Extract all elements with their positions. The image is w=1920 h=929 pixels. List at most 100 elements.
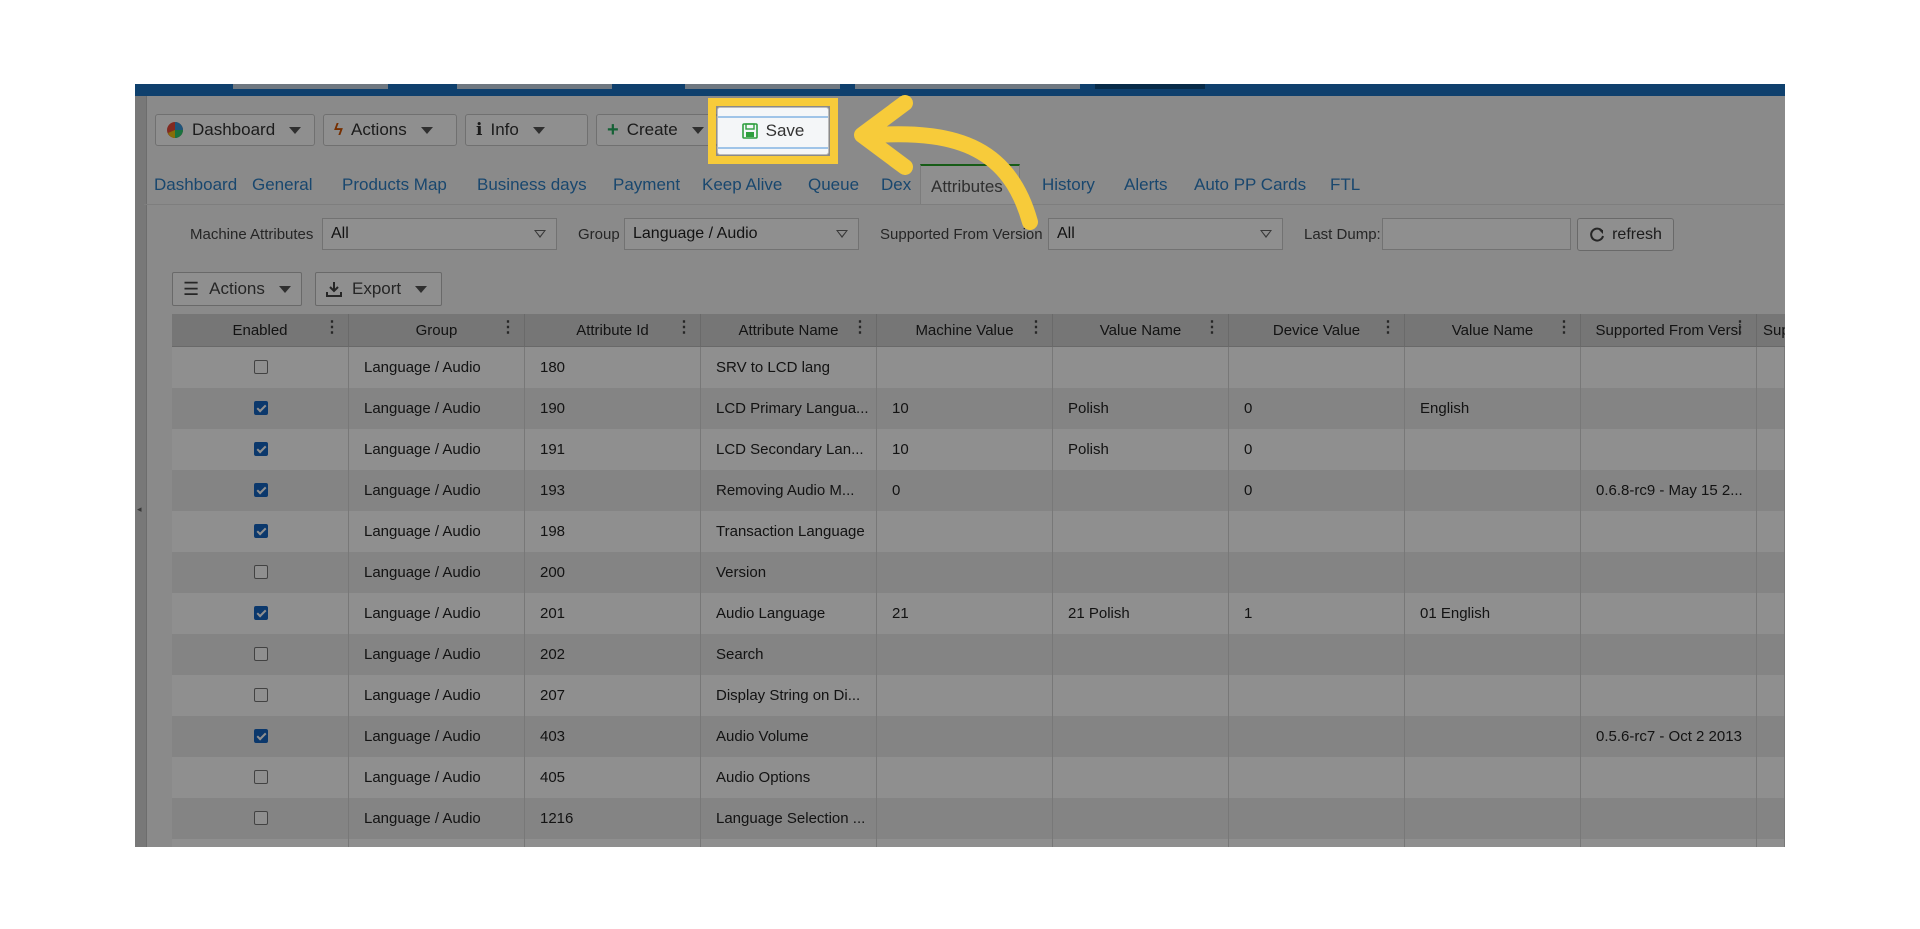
last-dump-field[interactable] bbox=[1382, 218, 1571, 250]
cell-group: Language / Audio bbox=[349, 593, 525, 634]
cell-attribute-id: 207 bbox=[525, 675, 701, 716]
table-row[interactable]: Language / Audio 207 Display String on Di.… bbox=[172, 675, 1785, 716]
left-collapse-rail[interactable]: ◂ bbox=[135, 96, 147, 847]
table-row[interactable]: Language / Audio 201 Audio Language 21 21 Po… bbox=[172, 593, 1785, 634]
cell-attribute-name: LCD Secondary Lan... bbox=[701, 429, 877, 470]
cell-attribute-id: 403 bbox=[525, 716, 701, 757]
enabled-checkbox[interactable] bbox=[254, 483, 268, 497]
enabled-checkbox[interactable] bbox=[254, 565, 268, 579]
table-row[interactable]: Language / Audio 1216 Language Selection .… bbox=[172, 798, 1785, 839]
header-tab-4[interactable] bbox=[855, 84, 1080, 89]
cell-device-value bbox=[1229, 716, 1405, 757]
group-select[interactable]: Language / Audio bbox=[624, 218, 859, 250]
column-header-enabled[interactable]: Enabled ⋮ bbox=[172, 314, 349, 346]
chevron-down-icon bbox=[420, 126, 433, 134]
cell-attribute-id: 180 bbox=[525, 347, 701, 388]
enabled-checkbox[interactable] bbox=[254, 524, 268, 538]
table-row[interactable]: Language / Audio 200 Version bbox=[172, 552, 1785, 593]
cell-device-value bbox=[1229, 347, 1405, 388]
tab-history[interactable]: History bbox=[1032, 164, 1105, 204]
column-header-supported-from[interactable]: Supported From Versi ⋮ bbox=[1581, 314, 1757, 346]
tab-alerts[interactable]: Alerts bbox=[1114, 164, 1177, 204]
column-header-machine-value[interactable]: Machine Value ⋮ bbox=[877, 314, 1053, 346]
tab-products-map[interactable]: Products Map bbox=[332, 164, 457, 204]
table-row[interactable]: Language / Audio 403 Audio Volume 0.5.6-rc7… bbox=[172, 716, 1785, 757]
cell-value-name bbox=[1053, 716, 1229, 757]
table-row[interactable]: Language / Audio 190 LCD Primary Langua...… bbox=[172, 388, 1785, 429]
enabled-checkbox[interactable] bbox=[254, 811, 268, 825]
column-header-supported-to[interactable]: Supp bbox=[1757, 314, 1785, 346]
tab-auto-pp-cards[interactable]: Auto PP Cards bbox=[1184, 164, 1316, 204]
tab-attributes[interactable]: Attributes bbox=[920, 164, 1020, 204]
cell-device-value-name bbox=[1405, 716, 1581, 757]
cell-enabled bbox=[172, 798, 349, 839]
supported-from-select[interactable]: All bbox=[1048, 218, 1283, 250]
table-row[interactable]: Language / Audio 191 LCD Secondary Lan... 1… bbox=[172, 429, 1785, 470]
dashboard-button[interactable]: Dashboard bbox=[155, 114, 315, 146]
dashboard-label: Dashboard bbox=[192, 120, 276, 139]
tab-payment[interactable]: Payment bbox=[603, 164, 690, 204]
enabled-checkbox[interactable] bbox=[254, 647, 268, 661]
table-row[interactable]: Language / Audio 405 Audio Options bbox=[172, 757, 1785, 798]
column-menu-icon[interactable]: ⋮ bbox=[324, 314, 340, 342]
column-header-device-value[interactable]: Device Value ⋮ bbox=[1229, 314, 1405, 346]
column-menu-icon[interactable]: ⋮ bbox=[852, 314, 868, 342]
cell-device-value-name bbox=[1405, 675, 1581, 716]
table-row[interactable]: Language / Audio 198 Transaction Language bbox=[172, 511, 1785, 552]
machine-attributes-select[interactable]: All bbox=[322, 218, 557, 250]
cell-attribute-id: 198 bbox=[525, 511, 701, 552]
header-tab-5[interactable] bbox=[1095, 84, 1205, 89]
column-header-value-name[interactable]: Value Name ⋮ bbox=[1053, 314, 1229, 346]
enabled-checkbox[interactable] bbox=[254, 442, 268, 456]
table-row[interactable]: Language / Audio 202 Search bbox=[172, 634, 1785, 675]
tab-dex[interactable]: Dex bbox=[871, 164, 921, 204]
column-header-attribute-name[interactable]: Attribute Name ⋮ bbox=[701, 314, 877, 346]
enabled-checkbox[interactable] bbox=[254, 401, 268, 415]
export-button[interactable]: Export bbox=[315, 272, 442, 306]
header-tab-3[interactable] bbox=[685, 84, 840, 89]
dropdown-arrow-icon bbox=[1260, 230, 1272, 238]
actions-label: Actions bbox=[351, 120, 407, 139]
cell-supported-from bbox=[1581, 347, 1757, 388]
grid-actions-button[interactable]: ☰ Actions bbox=[172, 272, 302, 306]
cell-device-value bbox=[1229, 552, 1405, 593]
column-header-device-value-name[interactable]: Value Name ⋮ bbox=[1405, 314, 1581, 346]
table-row[interactable]: Language / Audio4355LCD Display Type bbox=[172, 839, 1785, 847]
collapse-arrow-icon[interactable]: ◂ bbox=[137, 504, 142, 515]
header-tab-1[interactable] bbox=[233, 84, 388, 89]
header-tab-2[interactable] bbox=[457, 84, 612, 89]
column-menu-icon[interactable]: ⋮ bbox=[1028, 314, 1044, 342]
cell-group: Language / Audio bbox=[349, 675, 525, 716]
enabled-checkbox[interactable] bbox=[254, 770, 268, 784]
enabled-checkbox[interactable] bbox=[254, 729, 268, 743]
column-menu-icon[interactable]: ⋮ bbox=[1732, 314, 1748, 342]
tab-queue[interactable]: Queue bbox=[798, 164, 869, 204]
tab-dashboard[interactable]: Dashboard bbox=[144, 164, 247, 204]
enabled-checkbox[interactable] bbox=[254, 360, 268, 374]
tab-keep-alive[interactable]: Keep Alive bbox=[692, 164, 792, 204]
info-button[interactable]: i Info bbox=[465, 114, 588, 146]
actions-button[interactable]: ϟ Actions bbox=[323, 114, 457, 146]
tab-business-days[interactable]: Business days bbox=[467, 164, 597, 204]
column-menu-icon[interactable]: ⋮ bbox=[676, 314, 692, 342]
column-menu-icon[interactable]: ⋮ bbox=[500, 314, 516, 342]
table-row[interactable]: Language / Audio 180 SRV to LCD lang bbox=[172, 347, 1785, 388]
cell-attribute-name: Transaction Language bbox=[701, 511, 877, 552]
enabled-checkbox[interactable] bbox=[254, 606, 268, 620]
group-label: Group bbox=[578, 226, 620, 243]
column-menu-icon[interactable]: ⋮ bbox=[1380, 314, 1396, 342]
save-button[interactable]: Save bbox=[717, 107, 829, 155]
table-row[interactable]: Language / Audio 193 Removing Audio M... 0 0… bbox=[172, 470, 1785, 511]
tab-ftl[interactable]: FTL bbox=[1320, 164, 1370, 204]
column-menu-icon[interactable]: ⋮ bbox=[1556, 314, 1572, 342]
enabled-checkbox[interactable] bbox=[254, 688, 268, 702]
create-button[interactable]: + Create bbox=[596, 114, 718, 146]
tab-general[interactable]: General bbox=[242, 164, 322, 204]
download-icon bbox=[326, 282, 342, 297]
column-header-attribute-id[interactable]: Attribute Id ⋮ bbox=[525, 314, 701, 346]
column-menu-icon[interactable]: ⋮ bbox=[1204, 314, 1220, 342]
cell-group: Language / Audio bbox=[349, 798, 525, 839]
column-header-group[interactable]: Group ⋮ bbox=[349, 314, 525, 346]
cell-attribute-id: 200 bbox=[525, 552, 701, 593]
refresh-button[interactable]: refresh bbox=[1577, 218, 1674, 251]
